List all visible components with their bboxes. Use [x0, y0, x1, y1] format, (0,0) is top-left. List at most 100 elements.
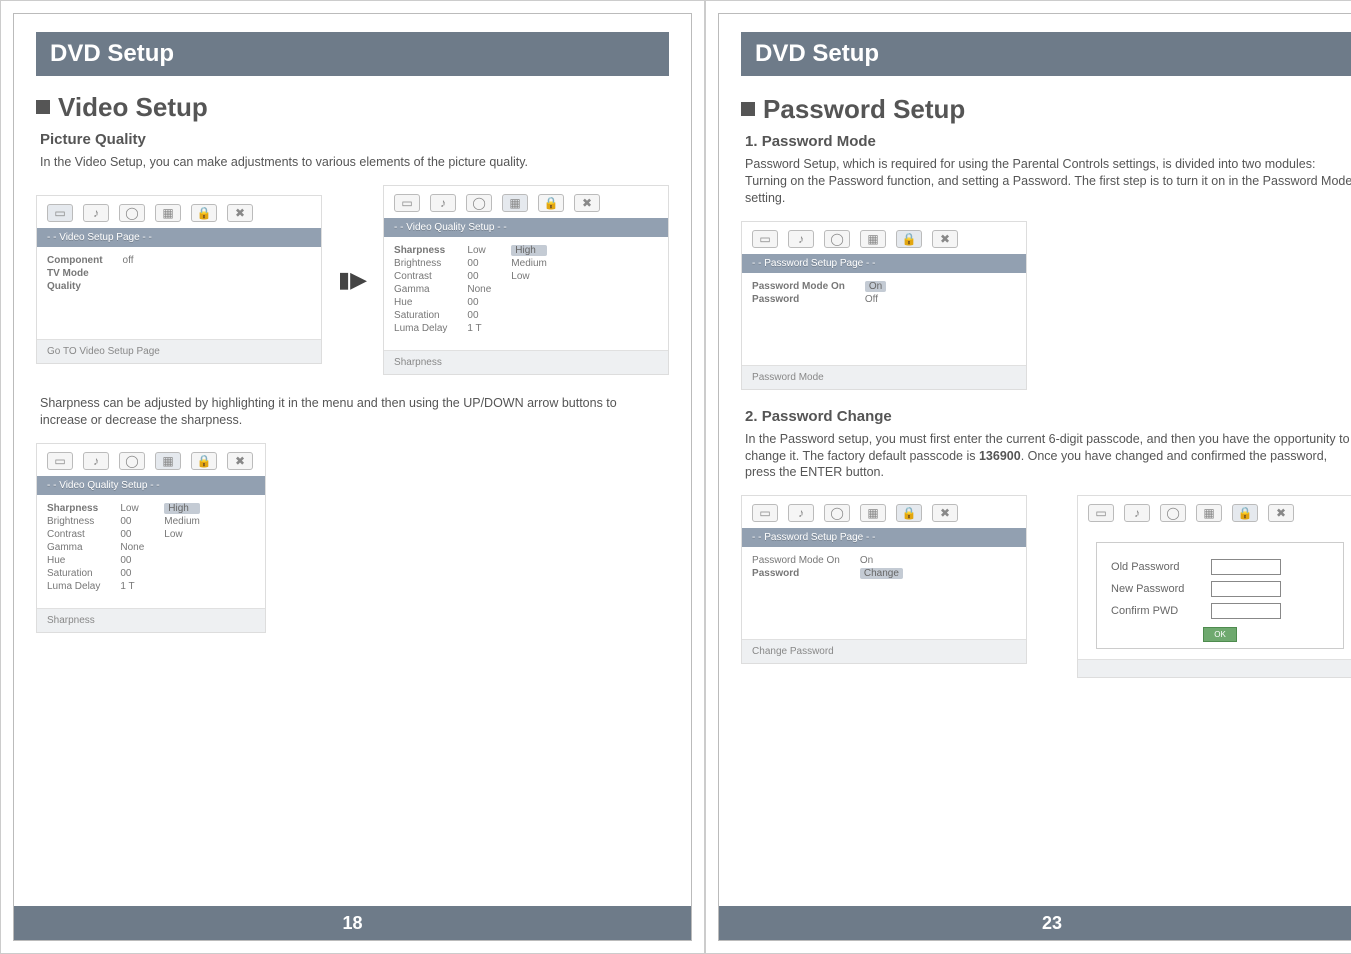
o3c: Low	[164, 529, 200, 540]
shotB-footer: Change Password	[742, 639, 1026, 663]
section-title-text: Video Setup	[58, 92, 208, 122]
tab-row-3: ▭ ♪ ◯ ▦ 🔒 ✖	[37, 444, 265, 476]
tab-audio-icon: ♪	[788, 504, 814, 522]
val-d: None	[467, 284, 491, 295]
val-f: 00	[467, 310, 491, 321]
screenshot-video-quality: ▭ ♪ ◯ ▦ 🔒 ✖ - - Video Quality Setup - - …	[383, 185, 669, 375]
la-b: Password	[752, 294, 845, 305]
screenshot-password-change: ▭ ♪ ◯ ▦ 🔒 ✖ - - Password Setup Page - - …	[741, 495, 1027, 664]
opt-medium: Medium	[511, 258, 547, 269]
screenshot-video-quality-2: ▭ ♪ ◯ ▦ 🔒 ✖ - - Video Quality Setup - - …	[36, 443, 266, 633]
lb-b: Password	[752, 568, 840, 579]
la-a: Password Mode On	[752, 281, 845, 292]
tab-row: ▭ ♪ ◯ ▦ 🔒 ✖	[37, 196, 321, 228]
shot2-labels: Sharpness Brightness Contrast Gamma Hue …	[394, 245, 447, 334]
val-b: 00	[467, 258, 491, 269]
tab-video-icon: ▦	[155, 452, 181, 470]
item-tvmode: TV Mode	[47, 268, 103, 279]
ok-button[interactable]: OK	[1203, 627, 1237, 642]
bullet-square-icon	[36, 100, 50, 114]
band3: - - Video Quality Setup - -	[37, 476, 265, 495]
l3g: Luma Delay	[47, 581, 100, 592]
title-bar-left: DVD Setup	[36, 32, 669, 76]
va-b: Off	[865, 294, 886, 305]
p1-text: Password Setup, which is required for us…	[745, 156, 1351, 207]
row-confirm-password: Confirm PWD	[1111, 603, 1329, 619]
tab-audio-icon: ♪	[788, 230, 814, 248]
item-component: Component	[47, 255, 103, 266]
v3d: None	[120, 542, 144, 553]
arrow-right-icon: ▮▶	[338, 267, 367, 293]
v3b: 00	[120, 516, 144, 527]
lbl-lumadelay: Luma Delay	[394, 323, 447, 334]
tab-exit-icon: ✖	[574, 194, 600, 212]
tab-lock-icon: 🔒	[538, 194, 564, 212]
tab-lock-icon: 🔒	[191, 452, 217, 470]
mid-text: Sharpness can be adjusted by highlightin…	[40, 395, 665, 429]
tab-video-icon: ▦	[1196, 504, 1222, 522]
shot3-footer: Sharpness	[37, 608, 265, 632]
page-right: DVD Setup Password Setup 1. Password Mod…	[705, 0, 1351, 954]
val-g: 1 T	[467, 323, 491, 334]
page-left-inner: DVD Setup Video Setup Picture Quality In…	[13, 13, 692, 941]
lbl-gamma: Gamma	[394, 284, 447, 295]
band-b: - - Password Setup Page - -	[742, 528, 1026, 547]
shotB-body: Password Mode On Password On Change	[742, 547, 1026, 639]
tab-row-2: ▭ ♪ ◯ ▦ 🔒 ✖	[384, 186, 668, 218]
lbl-hue: Hue	[394, 297, 447, 308]
lbl-saturation: Saturation	[394, 310, 447, 321]
tab-row-a: ▭ ♪ ◯ ▦ 🔒 ✖	[742, 222, 1026, 254]
shotA-labels: Password Mode On Password	[752, 281, 845, 349]
screenshot-password-mode: ▭ ♪ ◯ ▦ 🔒 ✖ - - Password Setup Page - - …	[741, 221, 1027, 390]
val-c: 00	[467, 271, 491, 282]
tab-audio-icon: ♪	[83, 204, 109, 222]
row-old-password: Old Password	[1111, 559, 1329, 575]
shot3-labels: Sharpness Brightness Contrast Gamma Hue …	[47, 503, 100, 592]
tab-general-icon: ▭	[47, 452, 73, 470]
page-left: DVD Setup Video Setup Picture Quality In…	[0, 0, 705, 954]
page-number-left: 18	[14, 906, 691, 940]
row-new-password: New Password	[1111, 581, 1329, 597]
input-new-password[interactable]	[1211, 581, 1281, 597]
input-confirm-password[interactable]	[1211, 603, 1281, 619]
p2code: 136900	[979, 449, 1021, 463]
v3e: 00	[120, 555, 144, 566]
tab-dolby-icon: ◯	[466, 194, 492, 212]
lbl-new-password: New Password	[1111, 583, 1201, 595]
v3g: 1 T	[120, 581, 144, 592]
section-password-setup: Password Setup	[741, 94, 1351, 125]
v3c: 00	[120, 529, 144, 540]
l3f: Saturation	[47, 568, 100, 579]
vb-b: Change	[860, 568, 903, 579]
tab-exit-icon: ✖	[227, 452, 253, 470]
pwd-frame: Old Password New Password Confirm PWD OK	[1096, 542, 1344, 649]
tab-lock-icon: 🔒	[896, 230, 922, 248]
val-off: off	[123, 255, 134, 266]
tab-video-icon: ▦	[155, 204, 181, 222]
tab-row-b: ▭ ♪ ◯ ▦ 🔒 ✖	[742, 496, 1026, 528]
shotB-vals: On Change	[860, 555, 903, 623]
lbl-old-password: Old Password	[1111, 561, 1201, 573]
page-number-right: 23	[719, 906, 1351, 940]
password-entry-dialog: ▭ ♪ ◯ ▦ 🔒 ✖ Old Password New Password	[1077, 495, 1351, 678]
pwd-foot	[1078, 659, 1351, 677]
l3b: Brightness	[47, 516, 100, 527]
tab-dolby-icon: ◯	[119, 204, 145, 222]
l3a: Sharpness	[47, 503, 100, 514]
lbl-confirm-password: Confirm PWD	[1111, 605, 1201, 617]
p2-text: In the Password setup, you must first en…	[745, 431, 1351, 482]
val-a: Low	[467, 245, 491, 256]
l3c: Contrast	[47, 529, 100, 540]
shotA-body: Password Mode On Password On Off	[742, 273, 1026, 365]
tab-dolby-icon: ◯	[824, 504, 850, 522]
input-old-password[interactable]	[1211, 559, 1281, 575]
shot2-footer: Sharpness	[384, 350, 668, 374]
o3a: High	[164, 503, 200, 514]
v3a: Low	[120, 503, 144, 514]
opt-low: Low	[511, 271, 547, 282]
o3b: Medium	[164, 516, 200, 527]
subtitle-pwd-change: 2. Password Change	[745, 408, 1351, 425]
tab-row-c: ▭ ♪ ◯ ▦ 🔒 ✖	[1078, 496, 1351, 528]
lbl-contrast: Contrast	[394, 271, 447, 282]
shot2-vals: Low 00 00 None 00 00 1 T	[467, 245, 491, 334]
